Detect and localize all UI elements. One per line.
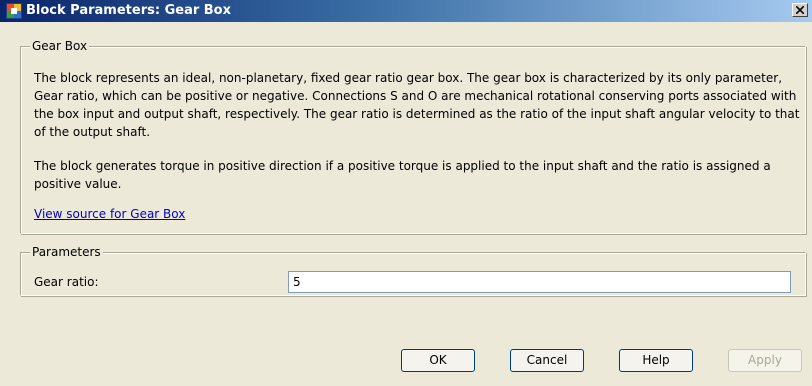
description-paragraph-1: The block represents an ideal, non-plane… xyxy=(34,71,800,139)
parameters-group-legend: Parameters xyxy=(30,245,103,259)
help-button[interactable]: Help xyxy=(619,349,693,372)
ok-button[interactable]: OK xyxy=(401,349,475,372)
gear-ratio-label: Gear ratio: xyxy=(34,275,99,289)
gear-ratio-input[interactable] xyxy=(288,271,791,293)
description-group-legend: Gear Box xyxy=(30,39,90,53)
apply-button: Apply xyxy=(728,349,802,372)
button-row xyxy=(0,0,812,23)
description-paragraph-2: The block generates torque in positive d… xyxy=(34,159,771,191)
cancel-button[interactable]: Cancel xyxy=(510,349,584,372)
view-source-link[interactable]: View source for Gear Box xyxy=(34,206,185,222)
block-parameters-dialog: Block Parameters: Gear Box Gear Box The … xyxy=(0,0,812,386)
